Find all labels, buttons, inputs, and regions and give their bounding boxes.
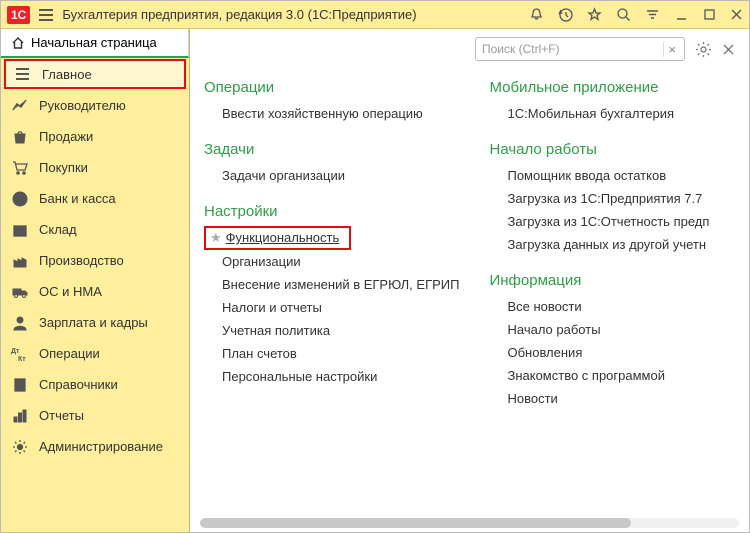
link-item[interactable]: Ввести хозяйственную операцию: [204, 102, 459, 125]
star-icon[interactable]: [587, 7, 602, 22]
titlebar: 1C Бухгалтерия предприятия, редакция 3.0…: [1, 1, 749, 29]
home-icon: [11, 36, 25, 50]
ruble-icon: ₽: [11, 190, 29, 208]
sidebar-item-1[interactable]: Руководителю: [1, 90, 189, 121]
sidebar-item-9[interactable]: ДтКт Операции: [1, 338, 189, 369]
svg-text:Дт: Дт: [11, 348, 20, 355]
star-icon: ★: [210, 230, 222, 246]
maximize-icon[interactable]: [703, 8, 716, 21]
window-title: Бухгалтерия предприятия, редакция 3.0 (1…: [62, 7, 416, 22]
scrollbar-thumb[interactable]: [200, 518, 631, 528]
sidebar: Начальная страница Главное Руководителю Пр…: [1, 29, 190, 532]
sidebar-item-8[interactable]: Зарплата и кадры: [1, 307, 189, 338]
link-item[interactable]: Загрузка данных из другой учетн: [489, 233, 735, 256]
minimize-icon[interactable]: [674, 7, 689, 22]
link-item[interactable]: Новости: [489, 387, 735, 410]
app-logo: 1C: [7, 6, 30, 24]
cart-icon: [11, 159, 29, 177]
link-item[interactable]: Загрузка из 1С:Отчетность предп: [489, 210, 735, 233]
sidebar-item-label: Руководителю: [39, 98, 126, 113]
bag-icon: [11, 128, 29, 146]
close-icon[interactable]: [730, 8, 743, 21]
content-pane: × Операции Ввести хозяйственную операцию З…: [190, 29, 749, 532]
sidebar-item-label: Главное: [42, 67, 92, 82]
sidebar-item-label: Справочники: [39, 377, 118, 392]
sidebar-item-label: Производство: [39, 253, 124, 268]
chart-icon: [11, 97, 29, 115]
svg-text:₽: ₽: [17, 195, 24, 206]
sidebar-item-label: Операции: [39, 346, 100, 361]
section-title: Задачи: [204, 141, 459, 158]
svg-text:Кт: Кт: [18, 356, 26, 362]
history-icon[interactable]: [558, 7, 573, 22]
section-title: Начало работы: [489, 141, 735, 158]
link-item[interactable]: 1С:Мобильная бухгалтерия: [489, 102, 735, 125]
link-item[interactable]: Загрузка из 1С:Предприятия 7.7: [489, 187, 735, 210]
person-icon: [11, 314, 29, 332]
link-item[interactable]: План счетов: [204, 342, 459, 365]
section-title: Операции: [204, 79, 459, 96]
link-item[interactable]: Учетная политика: [204, 319, 459, 342]
link-item[interactable]: Персональные настройки: [204, 365, 459, 388]
filter-icon[interactable]: [645, 7, 660, 22]
content-column-left: Операции Ввести хозяйственную операцию Зад…: [204, 79, 459, 514]
hamburger-icon[interactable]: [38, 8, 54, 22]
titlebar-actions: [529, 7, 743, 22]
sidebar-item-label: Продажи: [39, 129, 93, 144]
sidebar-item-label: Покупки: [39, 160, 88, 175]
sidebar-item-12[interactable]: Администрирование: [1, 431, 189, 462]
sidebar-item-6[interactable]: Производство: [1, 245, 189, 276]
section-title: Мобильное приложение: [489, 79, 735, 96]
sidebar-item-label: ОС и НМА: [39, 284, 102, 299]
search-input[interactable]: [480, 41, 663, 57]
horizontal-scrollbar[interactable]: [200, 518, 739, 528]
sidebar-item-2[interactable]: Продажи: [1, 121, 189, 152]
book-icon: [11, 376, 29, 394]
sidebar-item-0[interactable]: Главное: [4, 59, 186, 89]
start-page-label: Начальная страница: [31, 35, 157, 50]
sidebar-item-4[interactable]: ₽ Банк и касса: [1, 183, 189, 214]
link-item[interactable]: Начало работы: [489, 318, 735, 341]
link-item[interactable]: Задачи организации: [204, 164, 459, 187]
search-icon[interactable]: [616, 7, 631, 22]
link-item[interactable]: ★Функциональность: [204, 226, 351, 250]
link-item[interactable]: Знакомство с программой: [489, 364, 735, 387]
link-item[interactable]: Налоги и отчеты: [204, 296, 459, 319]
content-column-right: Мобильное приложение 1С:Мобильная бухгалт…: [489, 79, 735, 514]
dtkt-icon: ДтКт: [11, 345, 29, 363]
sidebar-item-10[interactable]: Справочники: [1, 369, 189, 400]
sidebar-item-label: Склад: [39, 222, 77, 237]
box-icon: [11, 221, 29, 239]
truck-icon: [11, 283, 29, 301]
gear-icon: [11, 438, 29, 456]
report-icon: [11, 407, 29, 425]
sidebar-item-label: Отчеты: [39, 408, 84, 423]
menu-icon: [14, 65, 32, 83]
link-item[interactable]: Внесение изменений в ЕГРЮЛ, ЕГРИП: [204, 273, 459, 296]
content-header: ×: [190, 29, 749, 69]
factory-icon: [11, 252, 29, 270]
search-box[interactable]: ×: [475, 37, 685, 61]
gear-icon[interactable]: [695, 41, 712, 58]
sidebar-item-11[interactable]: Отчеты: [1, 400, 189, 431]
sidebar-item-3[interactable]: Покупки: [1, 152, 189, 183]
bell-icon[interactable]: [529, 7, 544, 22]
start-page-tab[interactable]: Начальная страница: [1, 29, 189, 58]
section-title: Информация: [489, 272, 735, 289]
sidebar-item-5[interactable]: Склад: [1, 214, 189, 245]
sidebar-item-label: Администрирование: [39, 439, 163, 454]
link-item[interactable]: Все новости: [489, 295, 735, 318]
section-title: Настройки: [204, 203, 459, 220]
clear-search-icon[interactable]: ×: [663, 42, 680, 57]
link-item[interactable]: Организации: [204, 250, 459, 273]
close-pane-icon[interactable]: [722, 43, 735, 56]
sidebar-item-label: Зарплата и кадры: [39, 315, 148, 330]
sidebar-item-7[interactable]: ОС и НМА: [1, 276, 189, 307]
link-item[interactable]: Обновления: [489, 341, 735, 364]
sidebar-item-label: Банк и касса: [39, 191, 116, 206]
link-item[interactable]: Помощник ввода остатков: [489, 164, 735, 187]
